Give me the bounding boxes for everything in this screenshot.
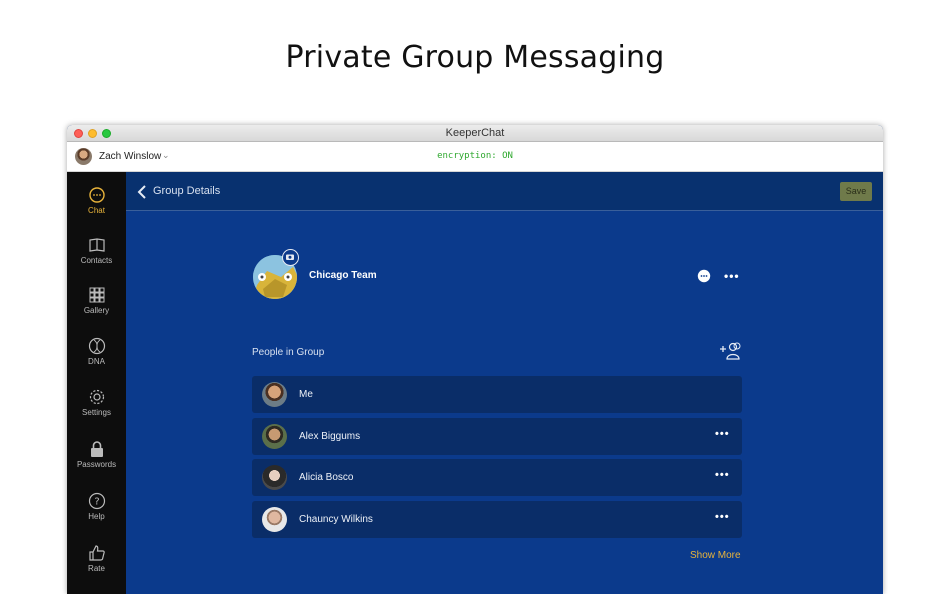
user-bar: Zach Winslow ⌄ encryption: ON: [67, 142, 883, 172]
member-more-icon[interactable]: •••: [715, 511, 730, 523]
more-options-icon[interactable]: •••: [724, 269, 740, 283]
member-name: Me: [299, 389, 313, 400]
add-person-icon[interactable]: [718, 341, 742, 361]
chat-icon: [88, 187, 105, 203]
member-row[interactable]: Alex Biggums •••: [252, 418, 742, 455]
sidebar-item-label: Rate: [88, 564, 105, 573]
member-more-icon[interactable]: •••: [715, 428, 730, 440]
lock-icon: [90, 441, 103, 457]
sidebar-item-label: Settings: [82, 408, 111, 417]
member-row[interactable]: Me: [252, 376, 742, 413]
camera-icon[interactable]: [282, 249, 299, 266]
sidebar-item-gallery[interactable]: Gallery: [67, 286, 126, 332]
sidebar-item-label: Gallery: [83, 306, 110, 315]
sidebar-item-label: Help: [88, 512, 105, 521]
gear-icon: [89, 389, 104, 405]
member-more-icon[interactable]: •••: [715, 469, 730, 481]
sidebar-item-settings[interactable]: Settings: [67, 388, 126, 434]
sidebar-item-label: Contacts: [80, 256, 113, 265]
member-name: Chauncy Wilkins: [299, 514, 373, 525]
member-name: Alex Biggums: [299, 431, 361, 442]
sidebar-item-label: Chat: [88, 206, 105, 215]
sidebar-item-passwords[interactable]: Passwords: [67, 440, 126, 486]
app-window: KeeperChat Zach Winslow ⌄ encryption: ON…: [67, 125, 883, 594]
show-more-link[interactable]: Show More: [690, 550, 741, 561]
member-row[interactable]: Chauncy Wilkins •••: [252, 501, 742, 538]
sidebar-item-label: Passwords: [76, 460, 117, 469]
grid-icon: [89, 287, 104, 303]
sidebar: Chat Contacts Gallery DNA Settings Passw…: [67, 172, 126, 594]
header-bar: Group Details Save: [126, 172, 883, 211]
avatar: [262, 382, 287, 407]
member-row[interactable]: Alicia Bosco •••: [252, 459, 742, 496]
group-details-panel: Chicago Team ••• People in Group Me Alex…: [126, 211, 883, 594]
avatar: [262, 465, 287, 490]
title-bar: KeeperChat: [67, 125, 883, 142]
dna-icon: [88, 337, 105, 355]
sidebar-item-dna[interactable]: DNA: [67, 337, 126, 383]
avatar: [262, 507, 287, 532]
help-icon: ?: [88, 492, 105, 510]
sidebar-item-chat[interactable]: Chat: [67, 186, 126, 232]
chat-bubble-icon[interactable]: [697, 269, 711, 283]
sidebar-item-help[interactable]: ? Help: [67, 492, 126, 538]
sidebar-item-contacts[interactable]: Contacts: [67, 236, 126, 282]
page-title: Group Details: [153, 185, 221, 197]
group-name[interactable]: Chicago Team: [309, 270, 377, 281]
thumbs-up-icon: [88, 545, 105, 561]
book-icon: [88, 238, 105, 252]
page-headline: Private Group Messaging: [285, 40, 665, 75]
sidebar-item-rate[interactable]: Rate: [67, 544, 126, 590]
back-arrow-icon[interactable]: [137, 185, 147, 199]
save-button[interactable]: Save: [840, 182, 872, 201]
sidebar-item-label: DNA: [88, 357, 105, 366]
encryption-status: encryption: ON: [437, 151, 513, 161]
people-section-label: People in Group: [252, 347, 325, 358]
window-title: KeeperChat: [445, 127, 505, 139]
member-name: Alicia Bosco: [299, 472, 354, 483]
svg-text:?: ?: [94, 497, 99, 508]
avatar: [262, 424, 287, 449]
